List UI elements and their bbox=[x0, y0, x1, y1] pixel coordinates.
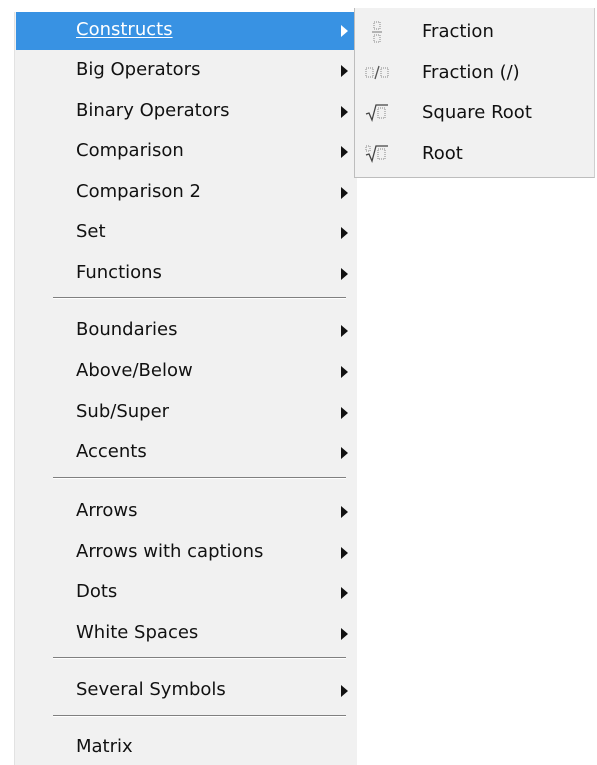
menu-item-above-below[interactable]: Above/Below bbox=[16, 353, 356, 391]
submenu-item-square-root[interactable]: Square Root bbox=[355, 93, 594, 133]
submenu-arrow-icon bbox=[341, 146, 348, 158]
menu-item-label: Big Operators bbox=[76, 59, 201, 80]
submenu-arrow-icon bbox=[341, 65, 348, 77]
submenu-item-fraction-slash[interactable]: Fraction (/) bbox=[355, 53, 594, 93]
submenu-item-label: Root bbox=[422, 143, 463, 164]
menu-item-label: Set bbox=[76, 221, 106, 242]
submenu-arrow-icon bbox=[341, 587, 348, 599]
menu-item-label: Binary Operators bbox=[76, 100, 230, 121]
menu-separator bbox=[53, 477, 346, 479]
submenu-arrow-icon bbox=[341, 447, 348, 459]
menu-item-white-spaces[interactable]: White Spaces bbox=[16, 615, 356, 653]
menu-item-arrows-with-captions[interactable]: Arrows with captions bbox=[16, 534, 356, 572]
menu-item-label: Accents bbox=[76, 441, 147, 462]
menu-item-label: Comparison bbox=[76, 140, 184, 161]
submenu-arrow-icon bbox=[341, 325, 348, 337]
menu-item-label: Functions bbox=[76, 262, 162, 283]
submenu-arrow-icon bbox=[341, 547, 348, 559]
menu-item-label: White Spaces bbox=[76, 622, 199, 643]
menu-item-label: Dots bbox=[76, 581, 118, 602]
menu-item-label: Several Symbols bbox=[76, 679, 226, 700]
menu-item-boundaries[interactable]: Boundaries bbox=[16, 312, 356, 350]
submenu-item-label: Fraction bbox=[422, 21, 494, 42]
submenu-arrow-icon bbox=[341, 187, 348, 199]
submenu-arrow-icon bbox=[341, 227, 348, 239]
submenu-arrow-icon bbox=[341, 268, 348, 280]
menu-separator bbox=[53, 657, 346, 659]
submenu-arrow-icon bbox=[341, 628, 348, 640]
menu-item-label: Comparison 2 bbox=[76, 181, 201, 202]
menu-item-several-symbols[interactable]: Several Symbols bbox=[16, 672, 356, 710]
menu-item-label: Arrows with captions bbox=[76, 541, 264, 562]
menu-item-big-operators[interactable]: Big Operators bbox=[16, 52, 356, 90]
menu-item-label: Sub/Super bbox=[76, 401, 170, 422]
fraction-slash-icon bbox=[365, 61, 391, 85]
menu-item-arrows[interactable]: Arrows bbox=[16, 493, 356, 531]
menu-item-label: Matrix bbox=[76, 736, 133, 757]
menu-item-comparison-2[interactable]: Comparison 2 bbox=[16, 174, 356, 212]
menu-item-sub-super[interactable]: Sub/Super bbox=[16, 394, 356, 432]
menu-item-constructs[interactable]: Constructs bbox=[16, 12, 356, 50]
submenu-item-label: Fraction (/) bbox=[422, 62, 520, 83]
submenu-item-fraction[interactable]: Fraction bbox=[355, 12, 594, 52]
square-root-icon bbox=[365, 101, 391, 125]
menu-item-set[interactable]: Set bbox=[16, 214, 356, 252]
menu-item-label: Constructs bbox=[76, 19, 173, 40]
submenu-arrow-icon bbox=[341, 407, 348, 419]
submenu-arrow-icon bbox=[341, 25, 348, 37]
menu-item-functions[interactable]: Functions bbox=[16, 255, 356, 293]
main-menu: Constructs Big Operators Binary Operator… bbox=[14, 12, 357, 765]
screen: Constructs Big Operators Binary Operator… bbox=[0, 0, 597, 765]
menu-separator bbox=[53, 715, 346, 717]
menu-item-label: Above/Below bbox=[76, 360, 193, 381]
menu-item-accents[interactable]: Accents bbox=[16, 434, 356, 472]
submenu-item-label: Square Root bbox=[422, 102, 532, 123]
submenu-arrow-icon bbox=[341, 106, 348, 118]
fraction-icon bbox=[365, 20, 391, 44]
submenu-arrow-icon bbox=[341, 506, 348, 518]
menu-item-comparison[interactable]: Comparison bbox=[16, 133, 356, 171]
constructs-submenu: Fraction Fraction (/) Square Root Root bbox=[354, 8, 595, 178]
nth-root-icon bbox=[365, 142, 391, 166]
menu-item-dots[interactable]: Dots bbox=[16, 574, 356, 612]
menu-separator bbox=[53, 297, 346, 299]
submenu-arrow-icon bbox=[341, 685, 348, 697]
submenu-arrow-icon bbox=[341, 366, 348, 378]
menu-item-matrix[interactable]: Matrix bbox=[16, 729, 356, 765]
menu-item-binary-operators[interactable]: Binary Operators bbox=[16, 93, 356, 131]
menu-item-label: Arrows bbox=[76, 500, 138, 521]
submenu-item-root[interactable]: Root bbox=[355, 134, 594, 174]
menu-item-label: Boundaries bbox=[76, 319, 178, 340]
